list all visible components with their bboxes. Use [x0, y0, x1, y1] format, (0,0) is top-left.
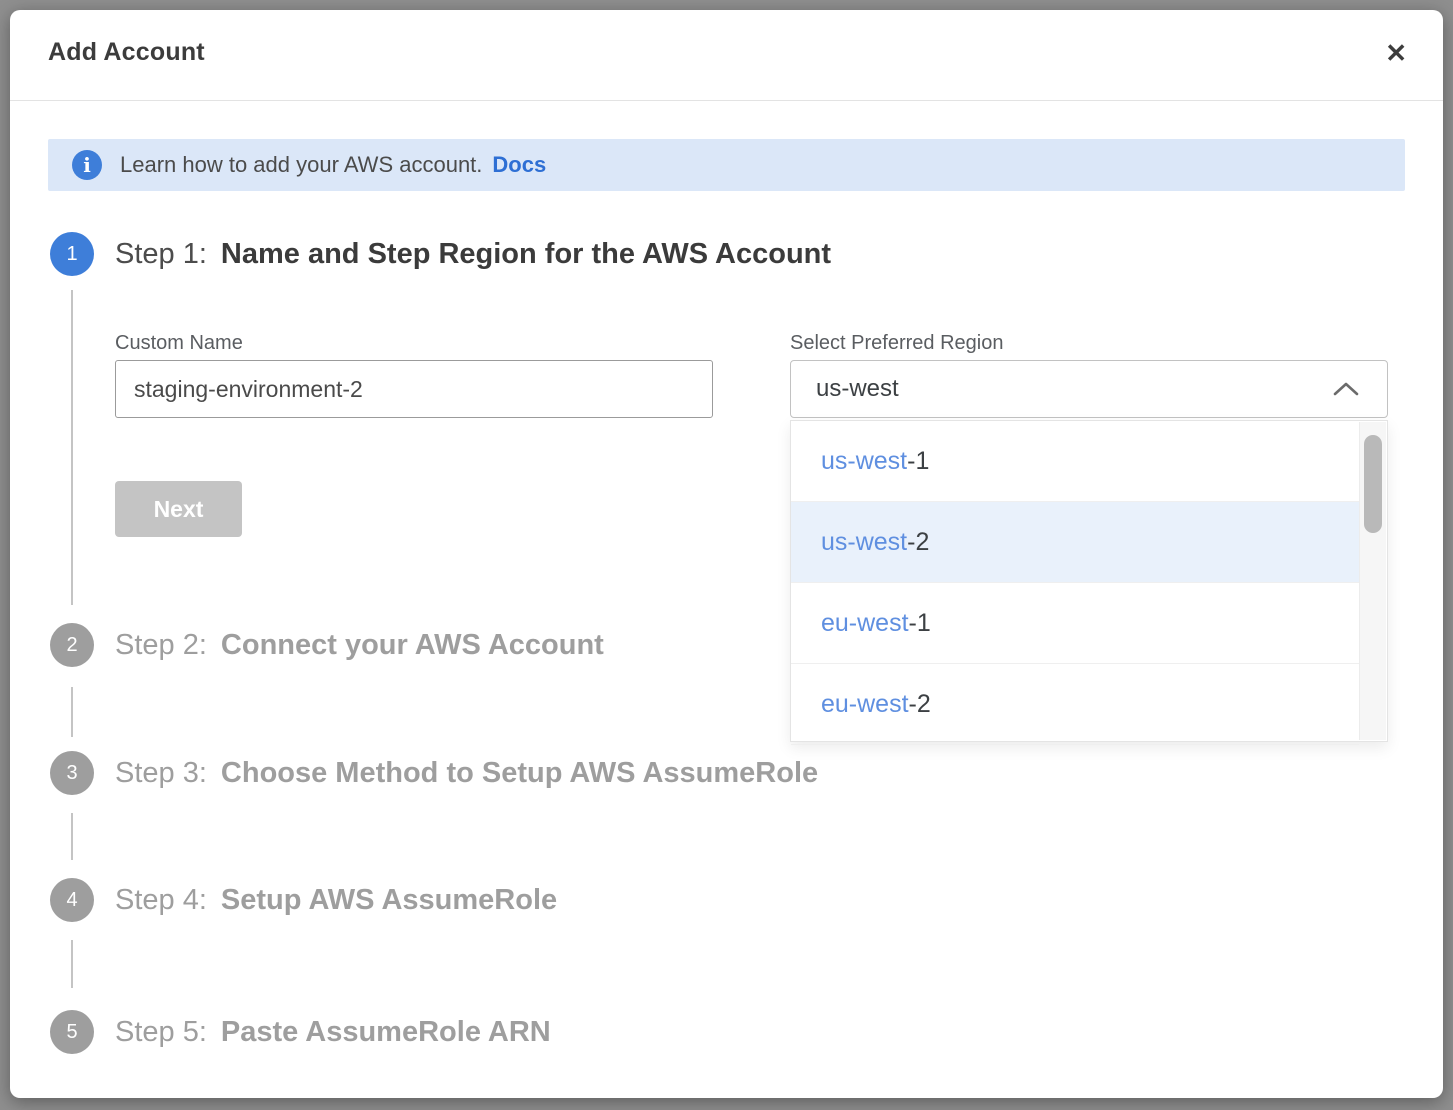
dropdown-scrollbar-thumb[interactable] [1364, 435, 1382, 533]
step-1-prefix: Step 1: [115, 238, 207, 270]
step-4-title: Setup AWS AssumeRole [221, 884, 557, 916]
region-option-eu-west-2[interactable]: eu-west-2 [791, 664, 1359, 745]
step-3-title: Choose Method to Setup AWS AssumeRole [221, 757, 818, 789]
step-4-prefix: Step 4: [115, 884, 207, 916]
option-rest-text: -2 [909, 690, 931, 719]
docs-link[interactable]: Docs [492, 152, 546, 178]
region-select-value: us-west [816, 375, 1333, 403]
step-3-badge: 3 [50, 751, 94, 795]
connector-step1-step2 [71, 290, 73, 605]
region-select[interactable]: us-west [790, 360, 1388, 418]
region-label: Select Preferred Region [790, 332, 1003, 355]
step-4-heading: Step 4: Setup AWS AssumeRole [115, 880, 557, 920]
connector-step3-step4 [71, 813, 73, 860]
step-5-prefix: Step 5: [115, 1016, 207, 1048]
region-option-eu-west-1[interactable]: eu-west-1 [791, 583, 1359, 664]
step-1-heading: Step 1: Name and Step Region for the AWS … [115, 234, 831, 274]
step-2-title: Connect your AWS Account [221, 629, 604, 661]
connector-step4-step5 [71, 940, 73, 988]
step-2-heading: Step 2: Connect your AWS Account [115, 625, 604, 665]
step-5-badge: 5 [50, 1010, 94, 1054]
step-2-prefix: Step 2: [115, 629, 207, 661]
step-2-badge: 2 [50, 623, 94, 667]
option-match-text: eu-west [821, 690, 909, 719]
step-3-prefix: Step 3: [115, 757, 207, 789]
banner-text: Learn how to add your AWS account. [120, 152, 482, 178]
dropdown-scrollbar-track[interactable] [1359, 422, 1386, 740]
option-match-text: us-west [821, 447, 907, 476]
region-option-us-west-2[interactable]: us-west-2 [791, 502, 1359, 583]
custom-name-label: Custom Name [115, 332, 243, 355]
step-5-title: Paste AssumeRole ARN [221, 1016, 551, 1048]
option-rest-text: -1 [907, 447, 929, 476]
modal-header: Add Account ✕ [10, 10, 1443, 101]
connector-step2-step3 [71, 687, 73, 737]
region-dropdown: us-west-1 us-west-2 eu-west-1 eu-west-2 [790, 420, 1388, 742]
option-rest-text: -1 [909, 609, 931, 638]
page-title: Add Account [48, 38, 205, 67]
info-icon: i [72, 150, 102, 180]
option-match-text: eu-west [821, 609, 909, 638]
add-account-modal: Add Account ✕ i Learn how to add your AW… [10, 10, 1443, 1098]
option-rest-text: -2 [907, 528, 929, 557]
step-5-heading: Step 5: Paste AssumeRole ARN [115, 1012, 551, 1052]
step-1-title: Name and Step Region for the AWS Account [221, 238, 831, 270]
docs-banner: i Learn how to add your AWS account. Doc… [48, 139, 1405, 191]
next-button[interactable]: Next [115, 481, 242, 537]
region-option-us-west-1[interactable]: us-west-1 [791, 421, 1359, 502]
step-4-badge: 4 [50, 878, 94, 922]
option-match-text: us-west [821, 528, 907, 557]
chevron-up-icon [1333, 381, 1359, 397]
step-1-badge: 1 [50, 232, 94, 276]
custom-name-input[interactable] [115, 360, 713, 418]
close-icon[interactable]: ✕ [1385, 38, 1407, 68]
step-3-heading: Step 3: Choose Method to Setup AWS Assume… [115, 753, 818, 793]
